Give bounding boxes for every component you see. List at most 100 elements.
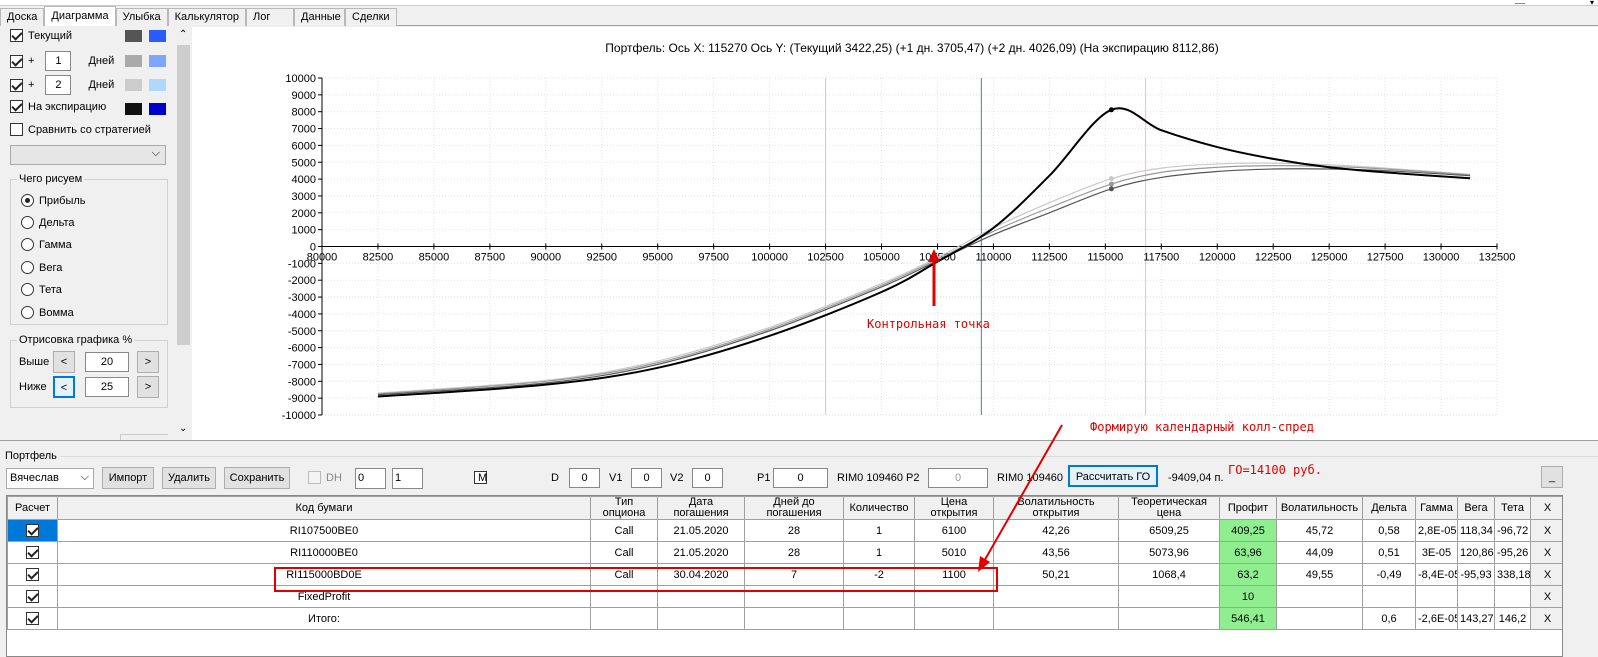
tab-board[interactable]: Доска — [0, 8, 45, 26]
column-header[interactable]: Тип опциона — [590, 496, 658, 520]
compare-strategy-select[interactable]: ⌵ — [10, 145, 166, 165]
window-dropdown-icon[interactable]: ▾ — [1590, 0, 1596, 7]
window-close-icon[interactable] — [1515, 0, 1525, 4]
scroll-up-icon[interactable]: ⌃ — [179, 29, 187, 40]
column-header[interactable]: Вега — [1457, 496, 1495, 520]
d-input[interactable]: 0 — [569, 468, 600, 488]
radio-delta[interactable] — [21, 216, 34, 229]
below-increase-button[interactable]: > — [137, 376, 159, 398]
table-row[interactable]: RI115000BD0E Call 30.04.2020 7 -2 1100 50,21 10… — [7, 563, 1562, 586]
save-button[interactable]: Сохранить — [224, 467, 290, 489]
owner-select[interactable]: Вячеслав ⌵ — [6, 468, 94, 489]
radio-theta[interactable] — [21, 283, 34, 296]
day1-input[interactable]: 1 — [45, 51, 72, 71]
tab-deals[interactable]: Сделки — [345, 8, 397, 26]
calc-checkbox-cell[interactable] — [7, 563, 58, 586]
column-header[interactable]: Волатильность открытия — [993, 496, 1119, 520]
p1-input[interactable]: 0 — [773, 468, 828, 488]
tab-log[interactable]: Лог — [246, 8, 295, 26]
tab-smile[interactable]: Улыбка — [115, 8, 168, 26]
table-cell — [914, 607, 994, 630]
column-header[interactable]: Волатильность — [1276, 496, 1363, 520]
calculate-go-button[interactable]: Рассчитать ГО — [1068, 465, 1158, 487]
below-decrease-button[interactable]: < — [53, 376, 75, 398]
expiry-checkbox[interactable] — [10, 100, 23, 113]
delete-button[interactable]: Удалить — [162, 467, 216, 489]
v2-input[interactable]: 0 — [692, 468, 723, 488]
x-tick-label: 122500 — [1255, 252, 1292, 264]
current-color-swatch[interactable] — [125, 30, 142, 42]
column-header[interactable]: Цена открытия — [914, 496, 994, 520]
y-tick-label: 10000 — [285, 73, 316, 85]
column-header[interactable]: Тета — [1494, 496, 1531, 520]
calc-checkbox-cell[interactable] — [7, 585, 58, 608]
table-cell — [657, 585, 745, 608]
current-color-swatch-2[interactable] — [149, 30, 166, 42]
column-header[interactable]: X — [1530, 496, 1562, 520]
table-row[interactable]: FixedProfit 10 X — [7, 585, 1562, 608]
day2-color-swatch[interactable] — [125, 79, 142, 91]
calc-checkbox[interactable] — [26, 590, 39, 603]
delete-row-button[interactable]: X — [1530, 519, 1562, 542]
column-header[interactable]: Дельта — [1362, 496, 1416, 520]
table-row[interactable]: RI110000BE0 Call 21.05.2020 28 1 5010 43,56 507… — [7, 541, 1562, 564]
delete-row-button[interactable]: X — [1530, 541, 1562, 564]
table-cell: RI107500BE0 — [57, 519, 591, 542]
table-row[interactable]: RI107500BE0 Call 21.05.2020 28 1 6100 42,26 650… — [7, 519, 1562, 542]
column-header[interactable]: Дата погашения — [657, 496, 745, 520]
current-checkbox[interactable] — [10, 29, 23, 42]
p2-input[interactable]: 0 — [928, 468, 988, 488]
main-tabbar: Доска Диаграмма Улыбка Калькулятор Лог Д… — [0, 6, 1598, 26]
calc-checkbox[interactable] — [26, 524, 39, 537]
day1-color-swatch-2[interactable] — [149, 55, 166, 67]
table-cell — [744, 585, 844, 608]
column-header[interactable]: Гамма — [1415, 496, 1458, 520]
scrollbar-thumb[interactable] — [177, 45, 190, 345]
radio-vega[interactable] — [21, 261, 34, 274]
calc-checkbox-cell[interactable] — [7, 541, 58, 564]
day2-color-swatch-2[interactable] — [149, 79, 166, 91]
column-header[interactable]: Теоретическая цена — [1118, 496, 1220, 520]
calc-checkbox[interactable] — [26, 546, 39, 559]
day1-color-swatch[interactable] — [125, 55, 142, 67]
dh-spinner-2[interactable]: 1 — [392, 468, 423, 489]
above-decrease-button[interactable]: < — [53, 351, 75, 373]
dh-spinner-1[interactable]: 0 — [355, 468, 386, 489]
table-cell — [843, 607, 915, 630]
calc-checkbox[interactable] — [26, 568, 39, 581]
column-header[interactable]: Код бумаги — [57, 496, 591, 520]
calc-checkbox-cell[interactable] — [7, 607, 58, 630]
expiry-color-swatch-2[interactable] — [149, 103, 166, 115]
day1-checkbox[interactable] — [10, 54, 23, 68]
day2-checkbox[interactable] — [10, 78, 23, 92]
above-increase-button[interactable]: > — [137, 351, 159, 373]
column-header[interactable]: Расчет — [7, 496, 58, 520]
delete-row-button[interactable]: X — [1530, 585, 1562, 608]
below-value-input[interactable]: 25 — [85, 377, 129, 397]
day2-input[interactable]: 2 — [45, 75, 72, 95]
minimize-portfolio-button[interactable]: _ — [1541, 466, 1563, 488]
column-header[interactable]: Количество — [843, 496, 915, 520]
expiry-color-swatch[interactable] — [125, 103, 142, 115]
column-header[interactable]: Дней до погашения — [744, 496, 844, 520]
dh-checkbox[interactable] — [308, 471, 321, 484]
radio-profit[interactable] — [21, 194, 34, 207]
tab-data[interactable]: Данные — [294, 8, 346, 26]
table-cell: 5010 — [914, 541, 994, 564]
left-panel-scrollbar[interactable]: ⌃ ⌄ — [176, 27, 191, 440]
calc-checkbox-cell[interactable] — [7, 519, 58, 542]
import-button[interactable]: Импорт — [102, 467, 154, 489]
calc-checkbox[interactable] — [26, 612, 39, 625]
scroll-down-icon[interactable]: ⌄ — [179, 423, 187, 434]
radio-vomma[interactable] — [21, 306, 34, 319]
compare-checkbox[interactable] — [10, 123, 23, 136]
v1-input[interactable]: 0 — [631, 468, 662, 488]
delete-row-button[interactable]: X — [1530, 607, 1562, 630]
delete-row-button[interactable]: X — [1530, 563, 1562, 586]
tab-calculator[interactable]: Калькулятор — [167, 8, 247, 26]
column-header[interactable]: Профит — [1219, 496, 1277, 520]
radio-gamma[interactable] — [21, 238, 34, 251]
above-value-input[interactable]: 20 — [85, 352, 129, 372]
table-row[interactable]: Итого: 546,41 0,6 -2,6E-05 143,27 146,2 X — [7, 607, 1562, 630]
tab-diagram[interactable]: Диаграмма — [44, 6, 116, 26]
